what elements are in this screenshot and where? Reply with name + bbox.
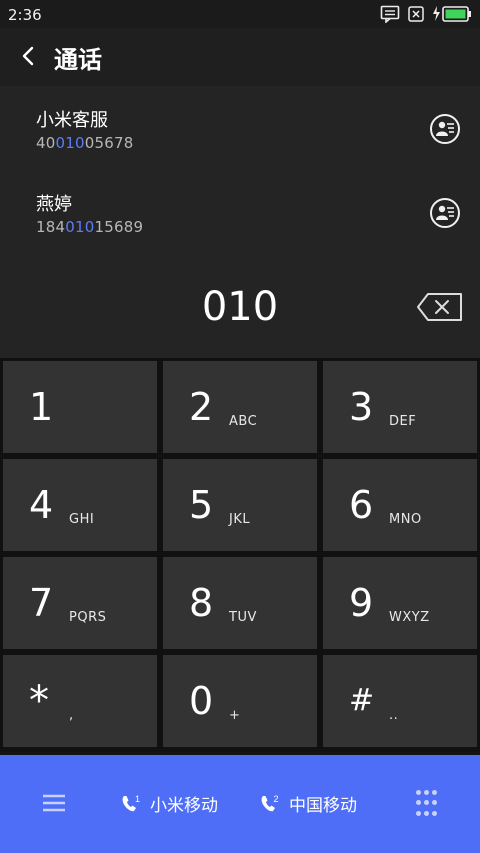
keypad-toggle-button[interactable] (414, 790, 438, 818)
key-hash[interactable]: #.. (323, 655, 477, 747)
key-digit: * (29, 678, 49, 724)
contact-name: 燕婷 (36, 194, 72, 215)
app-header: 通话 (0, 28, 480, 86)
key-digit: 5 (189, 483, 214, 527)
contact-card-icon (436, 121, 454, 136)
dial-keypad: 1 2 ABC 3 DEF 4 GHI 5 JKL 6 MNO 7 PQRS 8 TUV 9W… (0, 358, 480, 752)
key-0[interactable]: 0 + (163, 655, 317, 747)
sim2-label: 中国移动 (289, 796, 357, 816)
backspace-icon (417, 293, 462, 321)
key-letters: GHI (69, 512, 95, 527)
status-bar: 2:36 (0, 0, 480, 28)
key-digit: 4 (29, 483, 54, 527)
key-letters: JKL (229, 512, 251, 527)
contact-number: 18401015689 (36, 218, 144, 236)
number-match-highlight: 010 (55, 134, 85, 152)
key-letters: ABC (229, 414, 258, 429)
menu-icon (43, 794, 65, 812)
contact-detail-button[interactable] (430, 114, 460, 144)
backspace-button[interactable] (416, 292, 464, 322)
status-icons (380, 5, 472, 23)
contact-number: 4001005678 (36, 134, 134, 152)
key-digit: 3 (349, 385, 374, 429)
dialed-number: 010 (201, 284, 279, 330)
message-icon (380, 5, 400, 23)
key-8[interactable]: 8 TUV (163, 557, 317, 649)
call-sim1-button[interactable]: 1 小米移动 (120, 791, 218, 816)
key-digit: 6 (349, 483, 374, 527)
key-star[interactable]: *, (3, 655, 157, 747)
key-digit: 1 (29, 385, 54, 429)
key-digit: 2 (189, 385, 214, 429)
key-1[interactable]: 1 (3, 361, 157, 453)
key-digit: # (349, 683, 375, 718)
key-5[interactable]: 5 JKL (163, 459, 317, 551)
no-sim-icon (408, 6, 424, 22)
contact-suggestions: 小米客服 4001005678 燕婷 18401015689 (0, 86, 480, 262)
svg-text:2: 2 (274, 794, 279, 804)
key-letters: DEF (389, 414, 417, 429)
battery-charging-icon (433, 6, 471, 22)
chevron-left-icon (22, 46, 34, 66)
page-title: 通话 (54, 46, 102, 74)
key-4[interactable]: 4 GHI (3, 459, 157, 551)
key-digit: 8 (189, 581, 214, 625)
contact-card-icon (436, 205, 454, 220)
key-digit: 7 (29, 581, 54, 625)
number-match-highlight: 010 (65, 218, 95, 236)
dial-display: 010 (0, 262, 480, 358)
key-digit: 0 (189, 679, 214, 723)
contact-name: 小米客服 (36, 110, 108, 131)
key-letters: WXYZ (389, 610, 430, 625)
call-sim2-button[interactable]: 2 中国移动 (259, 791, 357, 816)
phone-sim2-icon: 2 (261, 794, 279, 811)
contact-suggestion-item[interactable]: 燕婷 18401015689 (0, 170, 480, 254)
call-action-bar: 1 小米移动 2 中国移动 (0, 755, 480, 853)
status-time: 2:36 (8, 6, 42, 24)
back-button[interactable] (16, 42, 40, 70)
key-6[interactable]: 6 MNO (323, 459, 477, 551)
key-letters: + (229, 708, 241, 723)
key-7[interactable]: 7 PQRS (3, 557, 157, 649)
phone-sim1-icon: 1 (122, 794, 140, 811)
key-digit: 9 (349, 581, 374, 625)
key-letters: .. (389, 708, 399, 723)
key-letters: PQRS (69, 610, 107, 625)
key-2[interactable]: 2 ABC (163, 361, 317, 453)
key-letters: TUV (229, 610, 257, 625)
svg-text:1: 1 (135, 794, 140, 804)
key-9[interactable]: 9 WXYZ (323, 557, 477, 649)
contact-suggestion-item[interactable]: 小米客服 4001005678 (0, 86, 480, 170)
key-3[interactable]: 3 DEF (323, 361, 477, 453)
dialpad-icon (415, 790, 421, 795)
key-letters: , (69, 708, 74, 723)
key-letters: MNO (389, 512, 422, 527)
contact-detail-button[interactable] (430, 198, 460, 228)
sim1-label: 小米移动 (150, 796, 218, 816)
menu-button[interactable] (42, 793, 66, 813)
